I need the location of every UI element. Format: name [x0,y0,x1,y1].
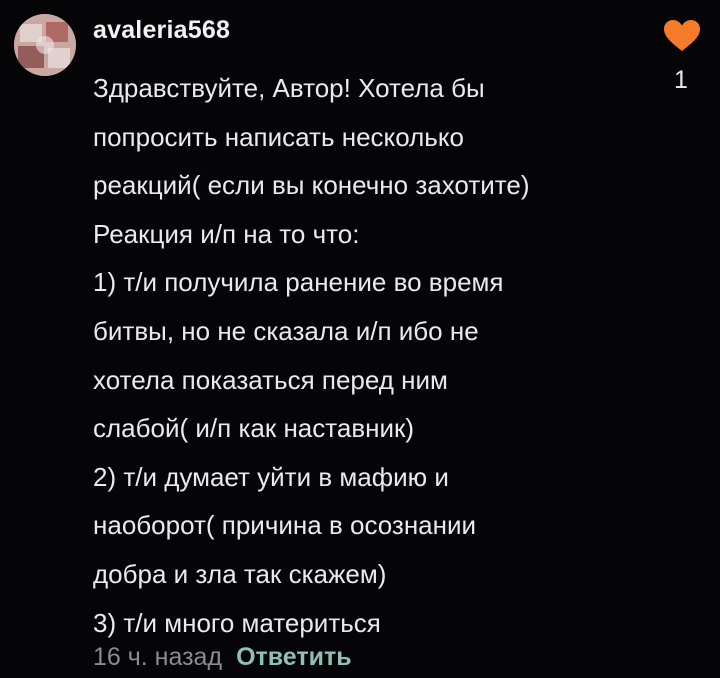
comment-line: 2) т/и думает уйти в мафию и [93,461,449,492]
comment-line: слабой( и/п как наставник) [93,413,415,444]
comment-line: попросить написать несколько [93,121,464,152]
comment-line: хотела показаться перед ним [93,364,448,395]
comment-line: Здравствуйте, Автор! Хотела бы [93,73,485,103]
comment-text: Здравствуйте, Автор! Хотела бы попросить… [93,64,613,647]
like-count: 1 [674,66,688,94]
comment-line: 1) т/и получила ранение во время [93,267,504,298]
reply-button[interactable]: Ответить [236,643,352,671]
comment-line: битвы, но не сказала и/п ибо не [93,315,479,346]
comment-line: Реакция и/п на то что: [93,218,360,249]
like-button[interactable] [664,20,700,52]
comment-footer: 16 ч. назад Ответить [93,638,352,676]
username[interactable]: avaleria568 [93,16,230,45]
comment-line: добра и зла так скажем) [93,558,387,589]
comment: avaleria568 Здравствуйте, Автор! Хотела … [0,0,720,678]
timestamp: 16 ч. назад [93,643,223,671]
avatar[interactable] [14,14,76,76]
comment-line: реакций( если вы конечно захотите) [93,170,530,201]
comment-line: наоборот( причина в осознании [93,510,477,541]
heart-icon [664,20,700,51]
